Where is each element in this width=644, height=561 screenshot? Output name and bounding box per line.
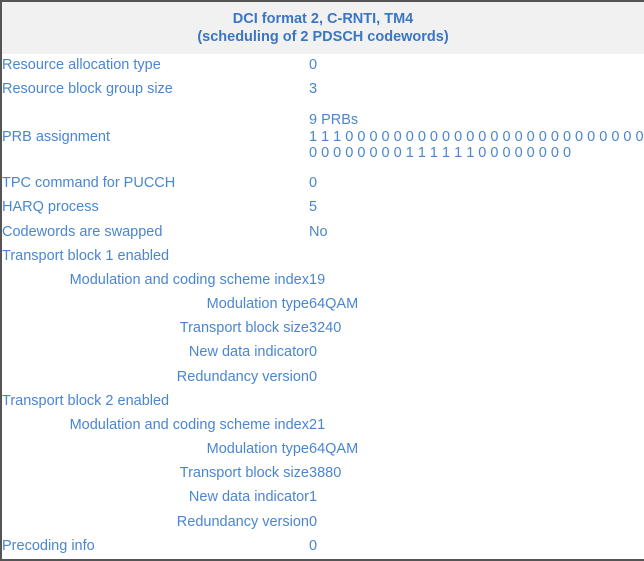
indent-gutter	[1, 268, 11, 293]
row-label: New data indicator	[188, 489, 309, 506]
table-row: New data indicator 0	[1, 340, 644, 366]
row-label: TPC command for PUCCH	[2, 175, 176, 192]
row-value: 64QAM	[309, 441, 359, 458]
group-label: Transport block 1 enabled	[2, 247, 170, 264]
indent-gutter	[1, 510, 11, 535]
table-row-prb-assignment: PRB assignment 9 PRBs 1 1 1 0 0 0 0 0 0 …	[1, 102, 644, 172]
indent-gutter	[1, 485, 11, 511]
indent-gutter	[1, 316, 11, 341]
table-row: Redundancy version 0	[1, 365, 644, 390]
table-row: Codewords are swapped No	[1, 220, 644, 244]
row-label: HARQ process	[2, 199, 99, 216]
table-row: TPC command for PUCCH 0	[1, 172, 644, 196]
row-value: 0	[309, 513, 318, 530]
table-row: Modulation type 64QAM	[1, 437, 644, 462]
table-row: Modulation and coding scheme index 21	[1, 413, 644, 438]
table-row: Transport block size 3240	[1, 316, 644, 341]
table-row: Resource block group size 3	[1, 78, 644, 102]
row-value: 3	[309, 81, 318, 98]
table-row: Resource allocation type 0	[1, 54, 644, 78]
row-label: Transport block size	[179, 465, 309, 482]
row-label: Transport block size	[179, 320, 309, 337]
row-value: 1	[309, 489, 318, 506]
row-value: 0	[309, 175, 318, 192]
row-value: 0	[309, 534, 644, 561]
row-value-prb: 9 PRBs 1 1 1 0 0 0 0 0 0 0 0 0 0 0 0 0 0…	[309, 102, 644, 172]
indent-gutter	[1, 413, 11, 438]
group-label: Transport block 2 enabled	[2, 392, 170, 409]
row-label: Resource allocation type	[2, 57, 161, 74]
row-value: 0	[309, 368, 318, 385]
table-title-line1: DCI format 2, C-RNTI, TM4	[232, 10, 414, 27]
row-label: Precoding info	[1, 534, 309, 561]
row-label: Modulation type	[206, 296, 309, 313]
row-label: Modulation and coding scheme index	[69, 416, 309, 433]
dci-parameter-table: DCI format 2, C-RNTI, TM4 (scheduling of…	[0, 0, 644, 561]
row-value: 0	[309, 57, 318, 74]
row-label: Redundancy version	[176, 513, 309, 530]
table-row: Modulation type 64QAM	[1, 292, 644, 317]
row-value: No	[309, 223, 328, 240]
row-label: PRB assignment	[2, 128, 110, 145]
row-label: Resource block group size	[2, 81, 173, 98]
table-row: Precoding info 0	[1, 534, 644, 561]
row-value: 19	[309, 271, 326, 288]
row-value: 5	[309, 199, 318, 216]
table-header-row: DCI format 2, C-RNTI, TM4 (scheduling of…	[1, 1, 644, 54]
row-value: 0	[309, 344, 318, 361]
table-row: New data indicator 1	[1, 485, 644, 511]
row-label: Redundancy version	[176, 368, 309, 385]
row-value: 21	[309, 416, 326, 433]
indent-gutter	[1, 461, 11, 486]
row-label: Modulation and coding scheme index	[69, 271, 309, 288]
indent-gutter	[1, 340, 11, 366]
row-label: Codewords are swapped	[2, 223, 163, 240]
prb-bitmap: 1 1 1 0 0 0 0 0 0 0 0 0 0 0 0 0 0 0 0 0 …	[309, 129, 644, 162]
row-label: Modulation type	[206, 441, 309, 458]
indent-gutter	[1, 292, 11, 317]
table-row: Transport block size 3880	[1, 461, 644, 486]
prb-count: 9 PRBs	[309, 112, 359, 129]
table-row: HARQ process 5	[1, 196, 644, 220]
table-group-row: Transport block 1 enabled	[1, 244, 644, 268]
row-value: 3880	[309, 465, 342, 482]
table-body: DCI format 2, C-RNTI, TM4 (scheduling of…	[1, 1, 644, 561]
table-title-cell: DCI format 2, C-RNTI, TM4 (scheduling of…	[1, 1, 644, 54]
row-value: 64QAM	[309, 296, 359, 313]
row-value: 3240	[309, 320, 342, 337]
table-row: Redundancy version 0	[1, 510, 644, 535]
indent-gutter	[1, 365, 11, 390]
table-group-row: Transport block 2 enabled	[1, 389, 644, 413]
table-title-line2: (scheduling of 2 PDSCH codewords)	[197, 28, 449, 45]
row-label: New data indicator	[188, 344, 309, 361]
table-row: Modulation and coding scheme index 19	[1, 268, 644, 293]
indent-gutter	[1, 437, 11, 462]
